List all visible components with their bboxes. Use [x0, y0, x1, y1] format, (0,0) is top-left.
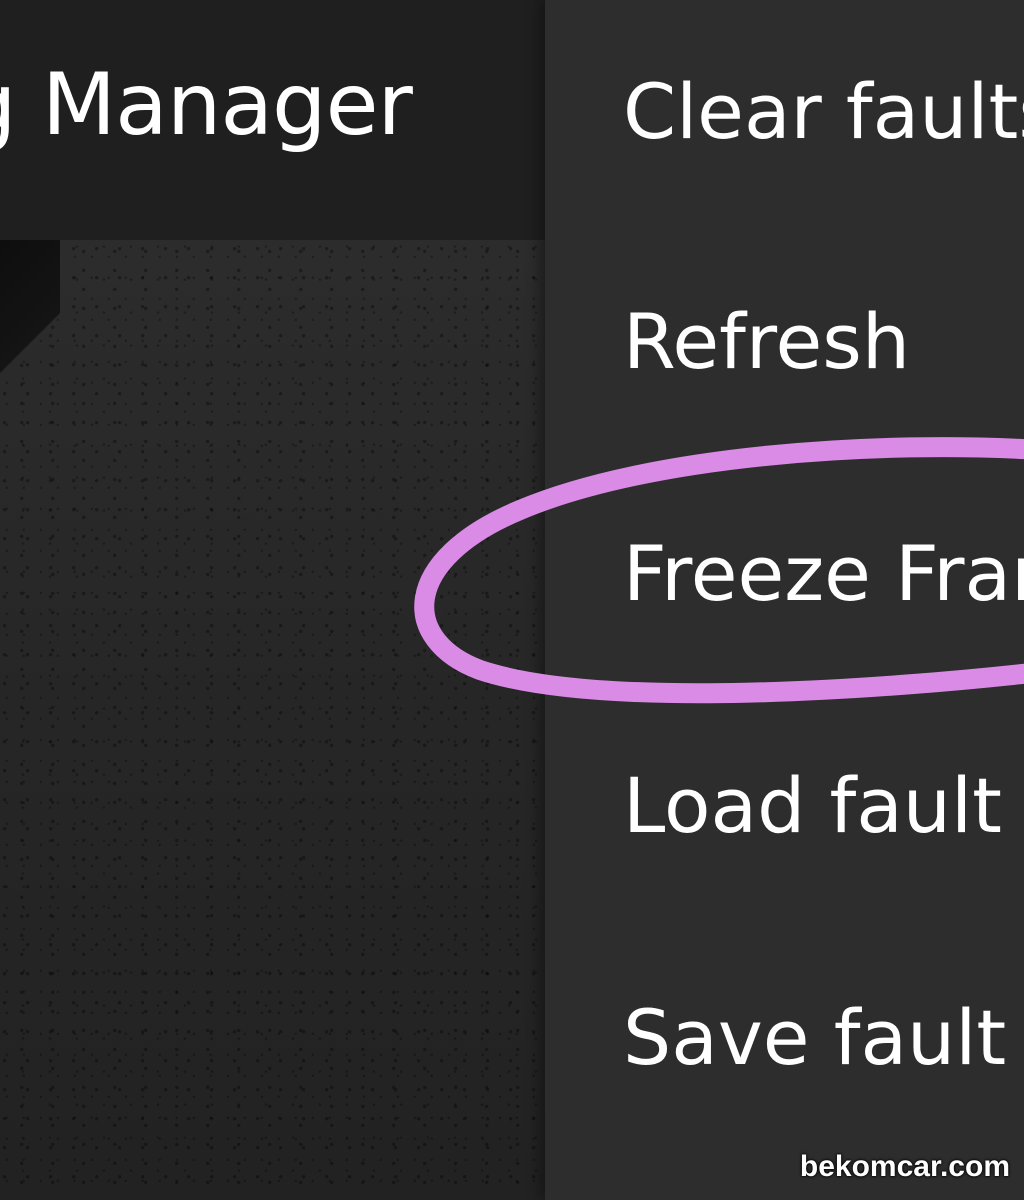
menu-item-freeze-frame[interactable]: Freeze Frame: [545, 464, 1024, 696]
menu-item-label: Load fault log: [623, 761, 1024, 850]
toolbar-title: g Manager: [0, 55, 413, 155]
menu-item-refresh[interactable]: Refresh: [545, 232, 1024, 464]
screen: g Manager Clear faults Refresh Freeze Fr…: [0, 0, 1024, 1200]
app-toolbar: g Manager: [0, 0, 545, 240]
overflow-menu: Clear faults Refresh Freeze Frame Load f…: [545, 0, 1024, 1200]
menu-item-label: Save fault log: [623, 993, 1024, 1082]
content-background: [0, 240, 545, 1200]
content-shadow: [0, 240, 60, 400]
menu-item-label: Refresh: [623, 297, 911, 386]
menu-item-label: Clear faults: [623, 67, 1024, 156]
menu-item-load-fault-log[interactable]: Load fault log: [545, 696, 1024, 928]
menu-item-save-fault-log[interactable]: Save fault log: [545, 928, 1024, 1160]
watermark-text: bekomcar.com: [799, 1150, 1010, 1183]
menu-item-clear-faults[interactable]: Clear faults: [545, 0, 1024, 232]
menu-item-label: Freeze Frame: [623, 529, 1024, 618]
